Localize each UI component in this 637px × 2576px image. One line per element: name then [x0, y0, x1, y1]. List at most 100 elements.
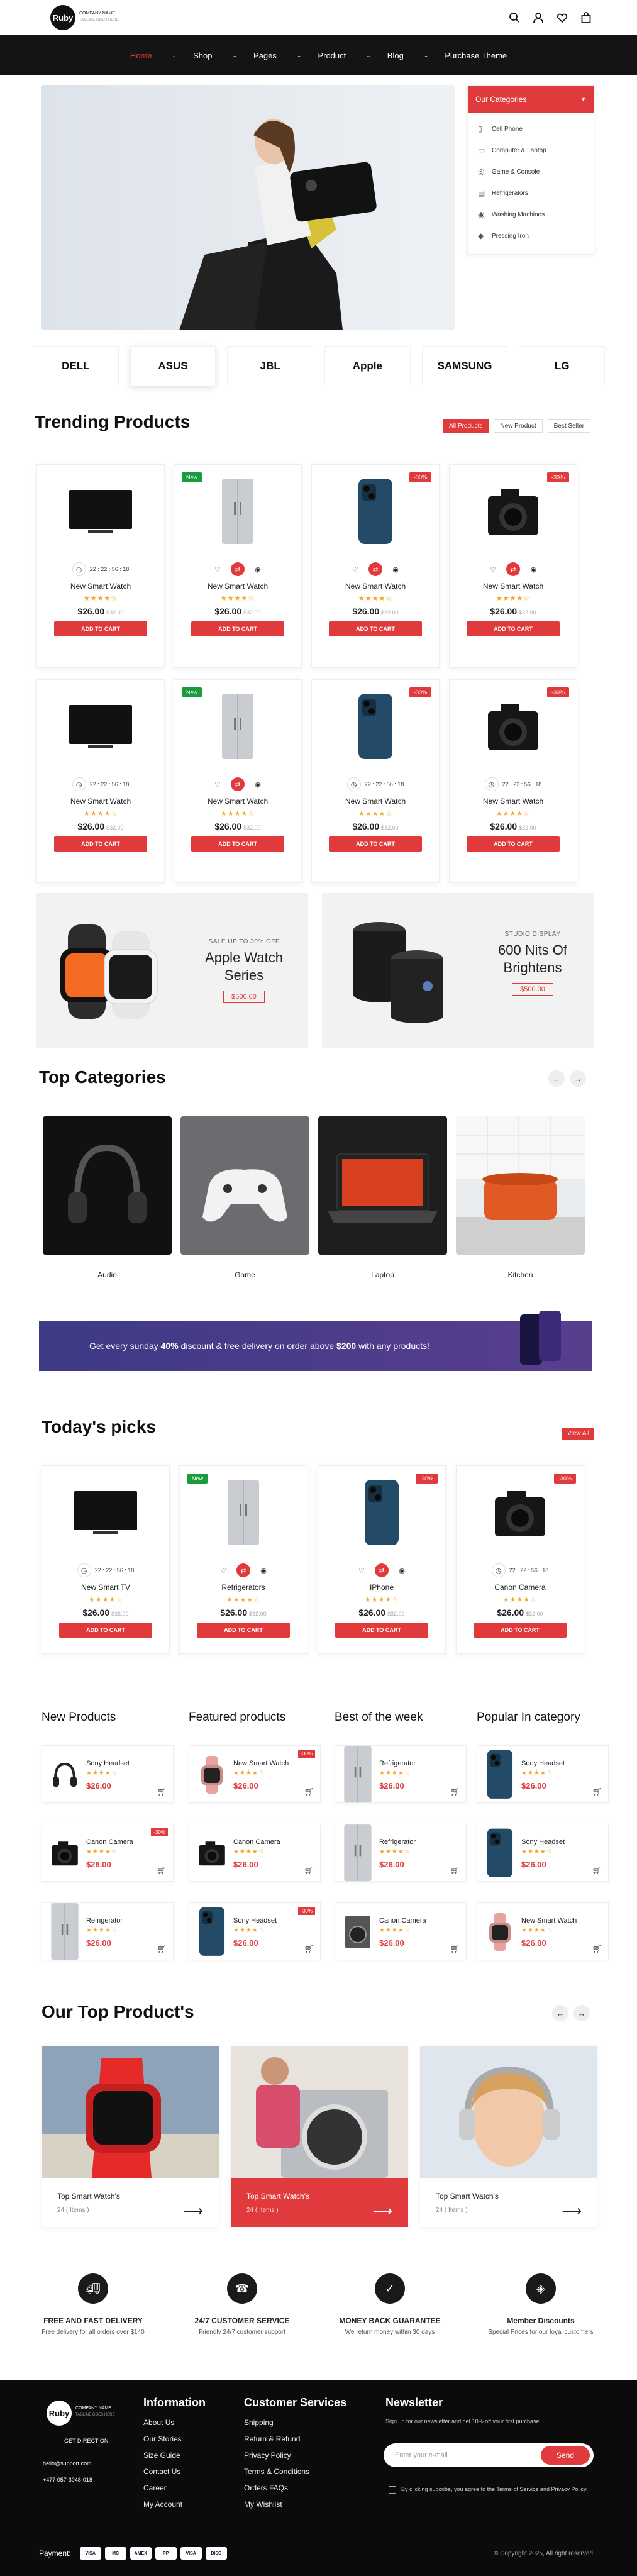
product-card[interactable]: New ♡ ⇄ ◉ New Smart Watch ★★★★☆ $26.00 $32.00 AD…	[174, 679, 302, 883]
add-to-cart-button[interactable]: ADD TO CART	[329, 621, 422, 636]
mini-product-image[interactable]	[48, 1755, 81, 1795]
mini-product-name[interactable]: Refrigerator	[86, 1917, 123, 1924]
arrow-right-icon[interactable]: ⟶	[372, 2203, 392, 2219]
category-card-audio[interactable]	[43, 1116, 172, 1255]
add-to-cart-button[interactable]: ADD TO CART	[191, 836, 284, 852]
add-to-cart-button[interactable]: ADD TO CART	[54, 836, 147, 852]
shuffle-icon[interactable]: ⇄	[231, 777, 245, 791]
mini-product-image[interactable]	[341, 1824, 374, 1882]
nav-item-purchase-theme[interactable]: Purchase Theme	[445, 51, 507, 60]
product-name[interactable]: New Smart TV	[42, 1583, 169, 1592]
brand-logo-jbl[interactable]: JBL	[227, 346, 314, 386]
add-to-cart-button[interactable]: ADD TO CART	[54, 621, 147, 636]
top-product-name[interactable]: Top Smart Watch's	[246, 2192, 309, 2201]
top-product-card[interactable]: Top Smart Watch's 24 ( Items ) ⟶	[42, 2046, 219, 2227]
footer-phone[interactable]: +477 057-3048-018	[43, 2477, 92, 2483]
product-name[interactable]: Canon Camera	[457, 1583, 584, 1592]
eye-icon[interactable]: ◉	[526, 562, 540, 576]
category-card-game[interactable]	[180, 1116, 309, 1255]
footer-link[interactable]: My Wishlist	[244, 2500, 346, 2509]
product-card[interactable]: -30% ♡ ⇄ ◉ New Smart Watch ★★★★☆ $26.00 $32.00 A…	[311, 464, 440, 668]
top-product-name[interactable]: Top Smart Watch's	[57, 2192, 120, 2201]
mini-product-card[interactable]: New Smart Watch ★★★★☆ $26.00 🛒︎	[477, 1902, 609, 1960]
cart-icon[interactable]: 🛒︎	[304, 1945, 314, 1953]
nav-item-product[interactable]: Product	[318, 51, 346, 60]
product-name[interactable]: New Smart Watch	[174, 582, 301, 591]
top-product-card[interactable]: Top Smart Watch's 24 ( Items ) ⟶	[231, 2046, 408, 2227]
promo-apple-watch[interactable]: SALE UP TO 30% OFF Apple Watch Series $5…	[36, 893, 308, 1048]
eye-icon[interactable]: ◉	[257, 1563, 270, 1577]
nav-item-blog[interactable]: Blog	[387, 51, 404, 60]
add-to-cart-button[interactable]: ADD TO CART	[197, 1623, 290, 1638]
tab-new-product[interactable]: New Product	[494, 419, 543, 433]
product-card[interactable]: -30% ◷ 22 : 22 : 56 : 18 New Smart Watch ★★★…	[449, 679, 577, 883]
product-name[interactable]: New Smart Watch	[312, 582, 439, 591]
footer-link[interactable]: Return & Refund	[244, 2434, 346, 2443]
product-name[interactable]: New Smart Watch	[37, 797, 164, 806]
footer-logo[interactable]: Ruby	[47, 2401, 72, 2426]
add-to-cart-button[interactable]: ADD TO CART	[467, 621, 560, 636]
product-card[interactable]: -30% ◷ 22 : 22 : 56 : 18 New Smart Watch ★★★…	[311, 679, 440, 883]
mini-product-card[interactable]: Refrigerator ★★★★☆ $26.00 🛒︎	[335, 1745, 467, 1803]
heart-icon[interactable]: ♡	[486, 562, 500, 576]
eye-icon[interactable]: ◉	[389, 562, 402, 576]
logo[interactable]: Ruby	[50, 5, 75, 30]
brand-logo-apple[interactable]: Apple	[324, 346, 411, 386]
heart-icon[interactable]: ♡	[355, 1563, 368, 1577]
brand-logo-lg[interactable]: LG	[519, 346, 606, 386]
mini-product-card[interactable]: Refrigerator ★★★★☆ $26.00 🛒︎	[42, 1902, 174, 1960]
mini-product-card[interactable]: Canon Camera ★★★★☆ $26.00 🛒︎	[335, 1902, 467, 1960]
search-icon[interactable]	[507, 11, 521, 25]
category-card-kitchen[interactable]	[456, 1116, 585, 1255]
footer-link[interactable]: Privacy Policy	[244, 2451, 346, 2460]
product-name[interactable]: New Smart Watch	[450, 797, 577, 806]
footer-link[interactable]: Our Stories	[143, 2434, 206, 2443]
mini-product-name[interactable]: Canon Camera	[379, 1917, 426, 1924]
category-item[interactable]: ◎ Game & Console	[468, 161, 594, 182]
promo-1-price[interactable]: $500.00	[223, 991, 265, 1003]
mini-product-image[interactable]	[196, 1907, 228, 1956]
user-icon[interactable]	[531, 11, 545, 25]
category-item[interactable]: ▯ Cell Phone	[468, 118, 594, 140]
top-product-name[interactable]: Top Smart Watch's	[436, 2192, 499, 2201]
product-card[interactable]: ◷ 22 : 22 : 56 : 18 New Smart Watch ★★★★☆ $2…	[36, 464, 165, 668]
cart-icon[interactable]: 🛒︎	[450, 1945, 460, 1953]
mini-product-card[interactable]: Sony Headset ★★★★☆ $26.00 🛒︎	[477, 1745, 609, 1803]
mini-product-name[interactable]: Refrigerator	[379, 1838, 416, 1846]
promo-banner[interactable]: Get every sunday 40% discount & free del…	[39, 1311, 592, 1371]
mini-product-name[interactable]: Sony Headset	[233, 1917, 277, 1924]
shuffle-icon[interactable]: ⇄	[375, 1563, 389, 1577]
promo-2-price[interactable]: $500.00	[512, 983, 553, 996]
product-card[interactable]: -30% ♡ ⇄ ◉ IPhone ★★★★☆ $26.00 $32.00 ADD TO CAR…	[318, 1465, 446, 1654]
cart-icon[interactable]: 🛒︎	[592, 1945, 602, 1953]
cart-icon[interactable]: 🛒︎	[592, 1787, 602, 1796]
cart-icon[interactable]: 🛒︎	[450, 1787, 460, 1796]
shuffle-icon[interactable]: ⇄	[236, 1563, 250, 1577]
nav-item-shop[interactable]: Shop	[193, 51, 212, 60]
product-image[interactable]	[37, 465, 164, 559]
product-image[interactable]	[37, 680, 164, 774]
arrow-right-icon[interactable]: →	[573, 2005, 590, 2021]
promo-studio-display[interactable]: STUDIO DISPLAY 600 Nits Of Brightens $50…	[322, 893, 594, 1048]
arrow-left-icon[interactable]: ←	[552, 2005, 568, 2021]
mini-product-image[interactable]	[48, 1833, 81, 1874]
cart-icon[interactable]: 🛒︎	[592, 1866, 602, 1875]
arrow-right-icon[interactable]: ⟶	[562, 2203, 582, 2219]
eye-icon[interactable]: ◉	[251, 777, 265, 791]
mini-product-card[interactable]: Canon Camera ★★★★☆ $26.00 🛒︎	[189, 1824, 321, 1882]
product-card[interactable]: ◷ 22 : 22 : 56 : 18 New Smart TV ★★★★☆ $26.0…	[42, 1465, 170, 1654]
category-item[interactable]: ▤ Refrigerators	[468, 182, 594, 204]
brand-logo-samsung[interactable]: SAMSUNG	[421, 346, 508, 386]
cart-icon[interactable]: 🛒︎	[450, 1866, 460, 1875]
footer-link[interactable]: My Account	[143, 2500, 206, 2509]
mini-product-name[interactable]: New Smart Watch	[521, 1917, 577, 1924]
categories-header[interactable]: Our Categories ▼	[468, 86, 594, 113]
eye-icon[interactable]: ◉	[395, 1563, 409, 1577]
arrow-left-icon[interactable]: ←	[548, 1070, 565, 1087]
product-name[interactable]: New Smart Watch	[37, 582, 164, 591]
shuffle-icon[interactable]: ⇄	[506, 562, 520, 576]
nav-item-pages[interactable]: Pages	[253, 51, 277, 60]
mini-product-image[interactable]	[341, 1746, 374, 1803]
mini-product-image[interactable]	[484, 1750, 516, 1799]
mini-product-image[interactable]	[48, 1903, 81, 1960]
